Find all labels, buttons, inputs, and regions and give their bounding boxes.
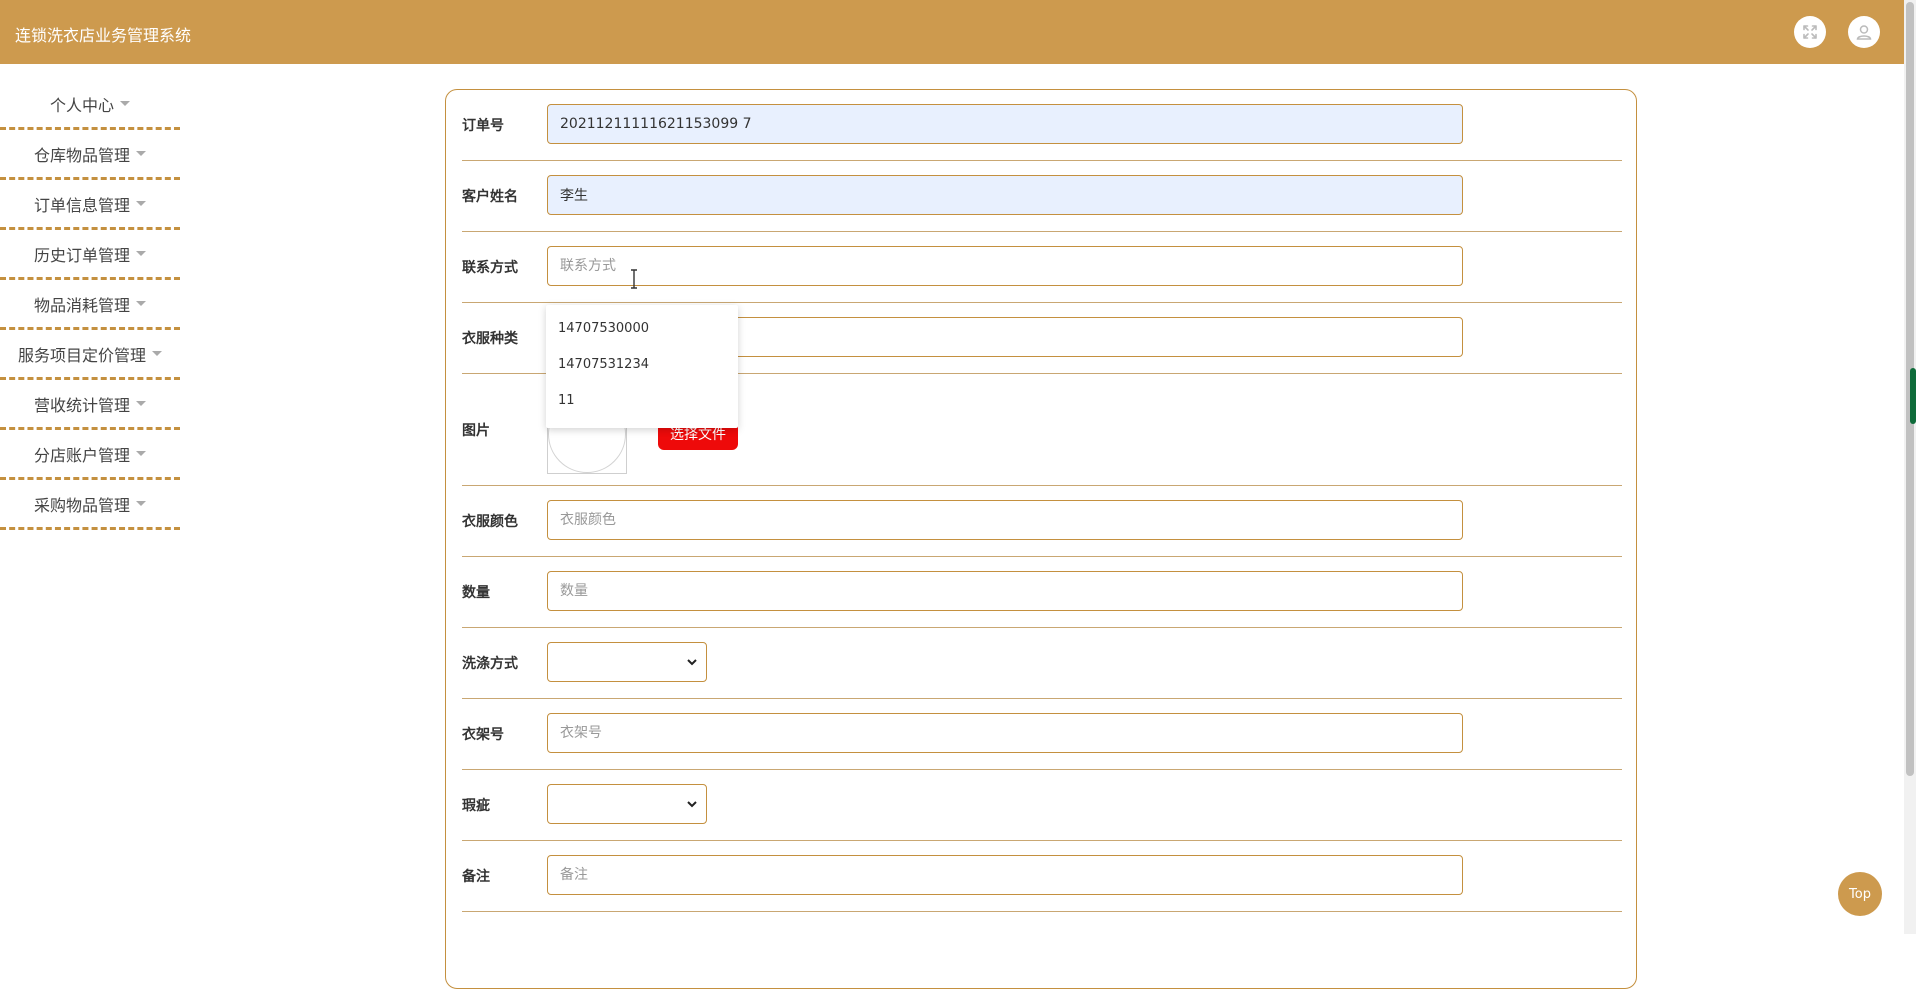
clothes-color-label: 衣服颜色 <box>462 514 518 530</box>
sidebar-item-consumption[interactable]: 物品消耗管理 <box>0 280 180 330</box>
expand-arrows-icon <box>1803 25 1817 39</box>
form-row-order-no: 订单号 <box>462 90 1622 161</box>
sidebar-item-history-orders[interactable]: 历史订单管理 <box>0 230 180 280</box>
form-row-wash-method: 洗涤方式 <box>462 628 1622 699</box>
quantity-input[interactable] <box>547 571 1463 611</box>
app-title: 连锁洗衣店业务管理系统 <box>15 26 192 45</box>
hanger-no-label: 衣架号 <box>462 727 504 743</box>
form-row-quantity: 数量 <box>462 557 1622 628</box>
sidebar-item-label: 营收统计管理 <box>33 395 130 415</box>
sidebar-item-branch-accounts[interactable]: 分店账户管理 <box>0 430 180 480</box>
sidebar-nav: 个人中心 仓库物品管理 订单信息管理 历史订单管理 物品消耗管理 服务项目定价管… <box>0 80 180 530</box>
sidebar-item-purchasing[interactable]: 采购物品管理 <box>0 480 180 530</box>
image-label: 图片 <box>462 422 490 439</box>
scroll-indicator <box>1910 368 1916 424</box>
sidebar-item-warehouse[interactable]: 仓库物品管理 <box>0 130 180 180</box>
caret-down-icon <box>136 501 146 506</box>
caret-down-icon <box>136 251 146 256</box>
text-cursor-icon <box>631 269 637 289</box>
chevron-down-icon <box>687 659 697 666</box>
form-row-defect: 瑕疵 <box>462 770 1622 841</box>
sidebar-item-personal-center[interactable]: 个人中心 <box>0 80 180 130</box>
sidebar-item-label: 分店账户管理 <box>33 445 130 465</box>
caret-down-icon <box>152 351 162 356</box>
form-row-contact: 联系方式 <box>462 232 1622 303</box>
sidebar-item-label: 订单信息管理 <box>33 195 130 215</box>
quantity-label: 数量 <box>462 585 490 601</box>
autocomplete-option[interactable]: 11 <box>546 383 738 419</box>
caret-down-icon <box>136 201 146 206</box>
customer-name-label: 客户姓名 <box>462 189 518 205</box>
autocomplete-option[interactable]: 14707531234 <box>546 347 738 383</box>
chevron-down-icon <box>687 801 697 808</box>
contact-input[interactable] <box>547 246 1463 286</box>
order-no-input[interactable] <box>547 104 1463 144</box>
order-form-card: 订单号 客户姓名 联系方式 衣服种类 图片 选择文件 衣服颜色 数量 洗涤方式 <box>445 89 1637 989</box>
caret-down-icon <box>136 151 146 156</box>
fullscreen-button[interactable] <box>1794 16 1826 48</box>
form-row-hanger-no: 衣架号 <box>462 699 1622 770</box>
remark-input[interactable] <box>547 855 1463 895</box>
form-row-remark: 备注 <box>462 841 1622 912</box>
form-row-customer-name: 客户姓名 <box>462 161 1622 232</box>
user-button[interactable] <box>1848 16 1880 48</box>
hanger-no-input[interactable] <box>547 713 1463 753</box>
caret-down-icon <box>136 401 146 406</box>
order-no-label: 订单号 <box>462 118 504 134</box>
sidebar-item-label: 采购物品管理 <box>33 495 130 515</box>
wash-method-select[interactable] <box>547 642 707 682</box>
sidebar-item-label: 历史订单管理 <box>33 245 130 265</box>
sidebar-item-label: 物品消耗管理 <box>33 295 130 315</box>
sidebar-item-revenue[interactable]: 营收统计管理 <box>0 380 180 430</box>
sidebar-item-label: 仓库物品管理 <box>33 145 130 165</box>
autocomplete-option[interactable]: 14707530000 <box>546 311 738 347</box>
defect-label: 瑕疵 <box>462 798 490 814</box>
sidebar-item-label: 个人中心 <box>49 95 114 115</box>
contact-label: 联系方式 <box>462 260 518 276</box>
sidebar-item-pricing[interactable]: 服务项目定价管理 <box>0 330 180 380</box>
top-header: 连锁洗衣店业务管理系统 <box>0 0 1904 64</box>
form-row-clothes-color: 衣服颜色 <box>462 486 1622 557</box>
customer-name-input[interactable] <box>547 175 1463 215</box>
clothes-color-input[interactable] <box>547 500 1463 540</box>
clothes-type-label: 衣服种类 <box>462 331 518 347</box>
wash-method-label: 洗涤方式 <box>462 656 518 672</box>
contact-autocomplete-list: 14707530000 14707531234 11 <box>546 305 738 428</box>
caret-down-icon <box>136 301 146 306</box>
sidebar-item-label: 服务项目定价管理 <box>17 345 146 365</box>
caret-down-icon <box>120 101 130 106</box>
defect-select[interactable] <box>547 784 707 824</box>
back-to-top-button[interactable]: Top <box>1838 872 1882 916</box>
sidebar-item-orders[interactable]: 订单信息管理 <box>0 180 180 230</box>
user-icon <box>1856 25 1872 40</box>
caret-down-icon <box>136 451 146 456</box>
remark-label: 备注 <box>462 869 490 885</box>
